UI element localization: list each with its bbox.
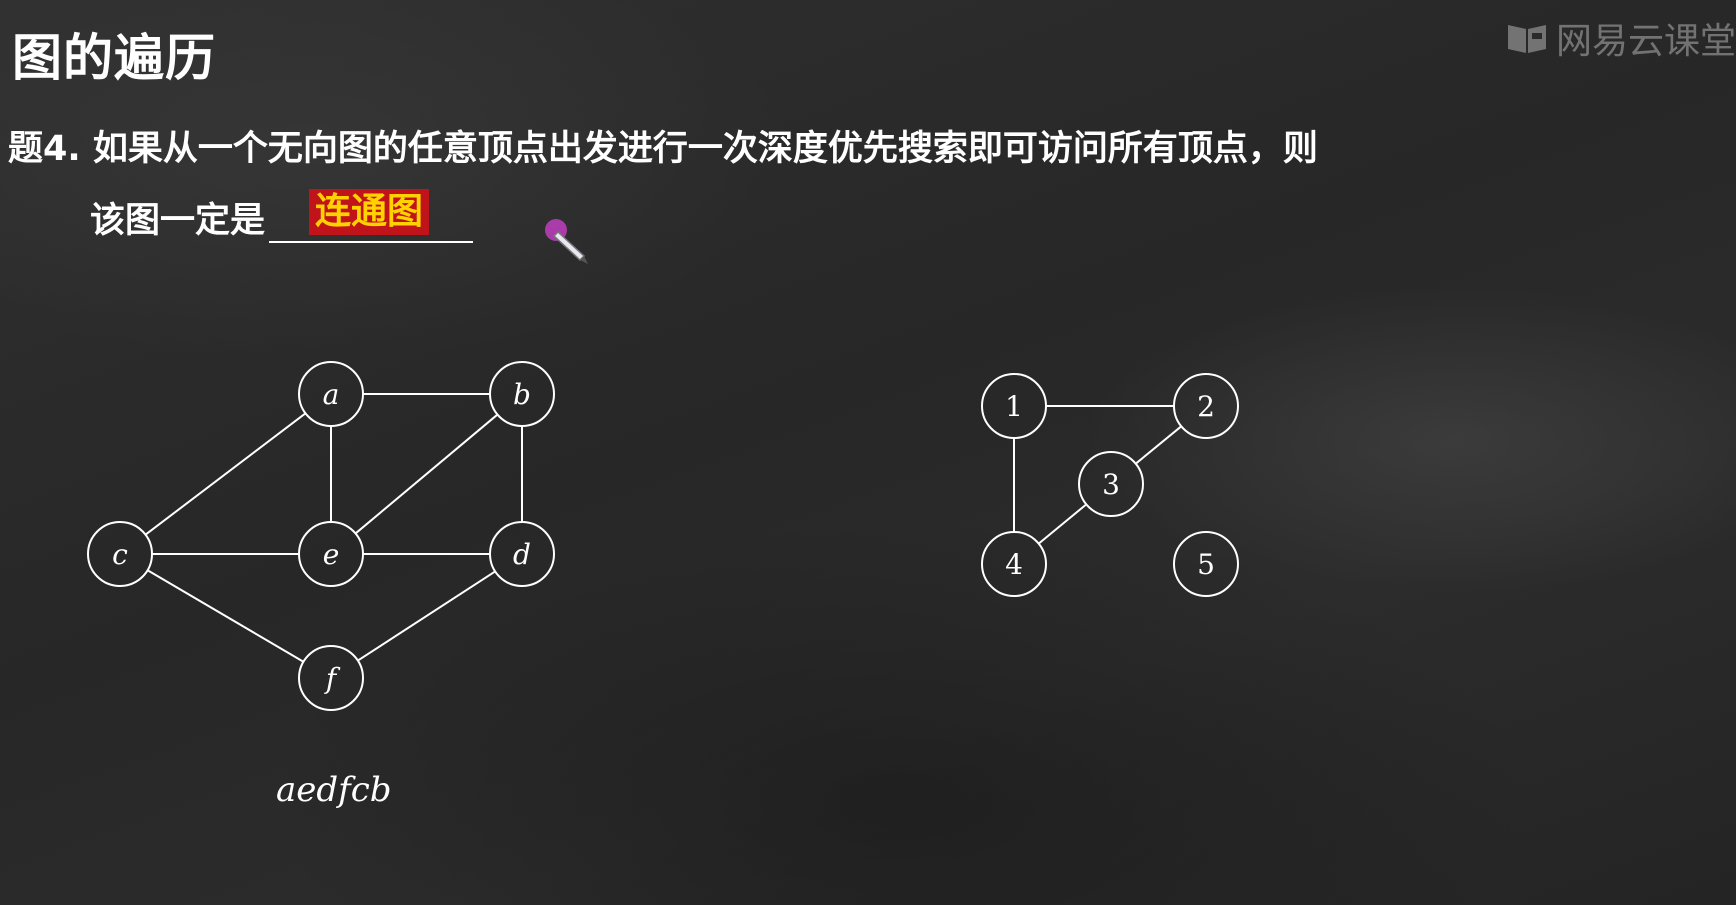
right-node-label-2: 2 bbox=[1197, 390, 1215, 423]
left-edge-c-f bbox=[147, 569, 304, 663]
left-edge-d-f bbox=[357, 570, 496, 662]
right-edge-3-4 bbox=[1038, 503, 1087, 545]
left-node-label-b: b bbox=[513, 378, 531, 411]
right-edge-2-3 bbox=[1135, 425, 1182, 465]
right-node-label-4: 4 bbox=[1005, 548, 1023, 581]
left-node-label-f: f bbox=[324, 662, 341, 695]
left-node-label-c: c bbox=[112, 538, 128, 571]
left-graph-nodes: a b c e d f bbox=[87, 361, 555, 711]
left-node-label-d: d bbox=[513, 538, 531, 571]
right-node-label-3: 3 bbox=[1102, 468, 1120, 501]
chalkboard-slide: 图的遍历 网易云课堂 题4. 如果从一个无向图的任意顶点出发进行一次深度优先搜索… bbox=[0, 0, 1736, 905]
traversal-sequence: aedfcb bbox=[276, 770, 392, 810]
right-node-label-1: 1 bbox=[1005, 390, 1023, 423]
left-node-label-e: e bbox=[323, 538, 340, 571]
left-edge-a-c bbox=[144, 412, 307, 536]
graph-diagram: a b c e d f 1 2 3 4 5 bbox=[87, 361, 1239, 711]
right-node-label-5: 5 bbox=[1197, 548, 1215, 581]
left-edge-b-e bbox=[354, 413, 499, 535]
left-graph-edges bbox=[144, 393, 523, 663]
right-graph-nodes: 1 2 3 4 5 bbox=[981, 373, 1239, 597]
left-node-label-a: a bbox=[323, 378, 340, 411]
